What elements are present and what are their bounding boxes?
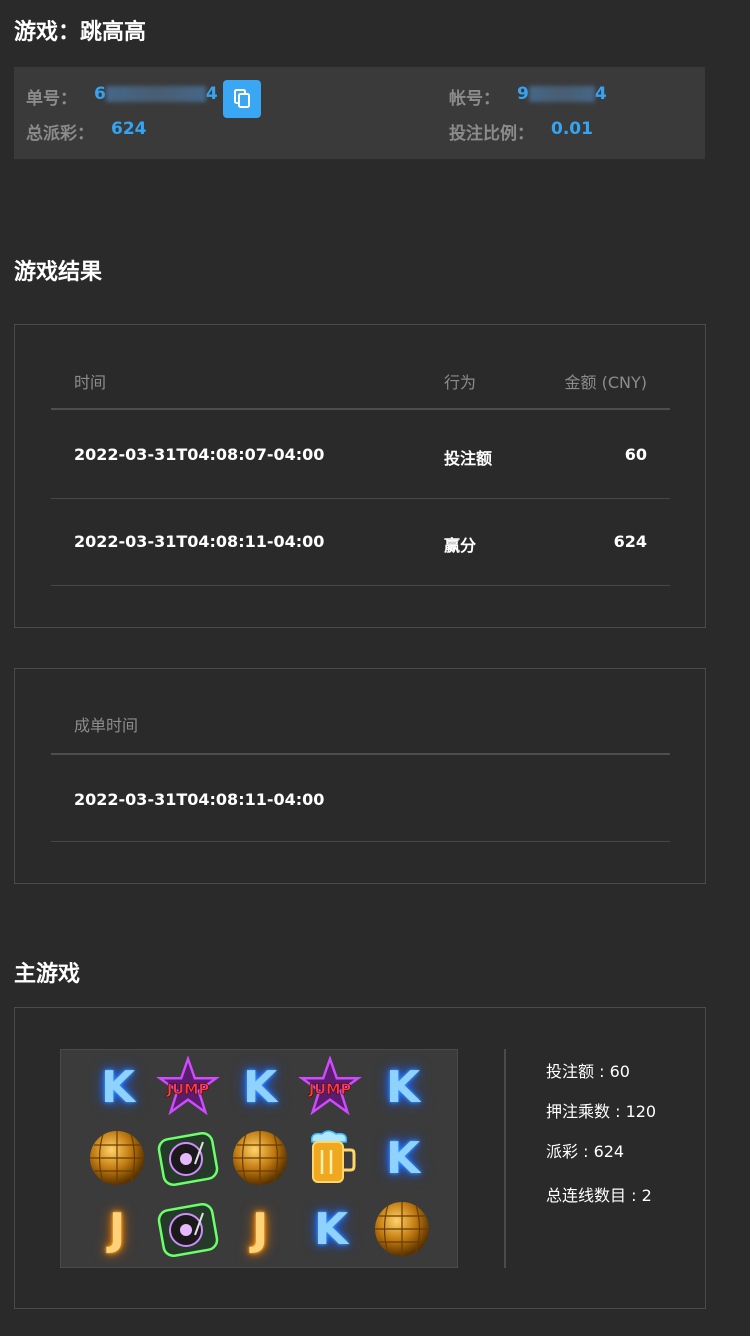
- col-header-amount: 金额 (CNY): [564, 373, 648, 392]
- table-header-rule: [51, 408, 670, 410]
- symbol-k: K: [385, 1061, 421, 1113]
- symbol-j: J: [108, 1203, 126, 1255]
- symbol-k: K: [385, 1132, 421, 1184]
- masked-order-no: [105, 86, 206, 102]
- total-payout-value: 624: [111, 119, 147, 139]
- stat-bet: 投注额 : 60: [546, 1062, 630, 1081]
- symbol-jump: JUMP: [298, 1055, 362, 1119]
- symbol-beer: [299, 1126, 363, 1190]
- symbol-k: K: [313, 1203, 349, 1255]
- symbol-j: J: [251, 1203, 269, 1255]
- table-row-amount: 624: [613, 532, 647, 551]
- table-row-amount: 60: [624, 445, 647, 464]
- bet-ratio-value: 0.01: [551, 119, 593, 139]
- jump-text: JUMP: [308, 1082, 352, 1098]
- bet-ratio-label: 投注比例：: [449, 124, 534, 144]
- copy-icon: [234, 89, 250, 108]
- symbol-k: K: [100, 1061, 136, 1113]
- account-value: 94: [517, 84, 607, 104]
- symbol-jump: JUMP: [156, 1055, 220, 1119]
- order-info-panel: [14, 67, 705, 159]
- row-divider: [51, 585, 670, 586]
- masked-account: [528, 86, 595, 102]
- main-game-title: 主游戏: [14, 962, 81, 987]
- symbol-turntable: [156, 1126, 220, 1190]
- table-row-time: 2022-03-31T04:08:07-04:00: [74, 445, 325, 464]
- table-row-time: 2022-03-31T04:08:11-04:00: [74, 532, 325, 551]
- col-header-action: 行为: [444, 373, 477, 392]
- stats-divider: [504, 1049, 506, 1268]
- order-no-label: 单号：: [26, 89, 77, 109]
- stat-multiplier: 押注乘数 : 120: [546, 1102, 657, 1121]
- reel-grid: K JUMP K JUMP K K J J K: [60, 1049, 458, 1268]
- completion-time-panel: [14, 668, 706, 884]
- symbol-disco-ball: [228, 1126, 292, 1190]
- stat-lines: 总连线数目 : 2: [546, 1186, 652, 1205]
- col-header-time: 时间: [74, 373, 107, 392]
- copy-order-button[interactable]: [223, 80, 261, 118]
- row-divider: [51, 498, 670, 499]
- symbol-disco-ball: [85, 1126, 149, 1190]
- account-label: 帐号：: [449, 89, 500, 109]
- completion-time-value: 2022-03-31T04:08:11-04:00: [74, 790, 325, 809]
- completion-header-rule: [51, 753, 670, 755]
- total-payout-label: 总派彩：: [26, 124, 94, 144]
- completion-time-header: 成单时间: [74, 716, 139, 735]
- order-no-value: 64: [94, 84, 218, 104]
- table-row-action: 赢分: [444, 536, 477, 555]
- stat-payout: 派彩 : 624: [546, 1142, 625, 1161]
- results-title: 游戏结果: [14, 260, 103, 285]
- symbol-k: K: [242, 1061, 278, 1113]
- table-row-action: 投注额: [444, 449, 493, 468]
- jump-text: JUMP: [166, 1082, 210, 1098]
- row-divider: [51, 841, 670, 842]
- symbol-disco-ball: [370, 1197, 434, 1261]
- page-title: 游戏：跳高高: [14, 20, 147, 45]
- symbol-turntable: [156, 1197, 220, 1261]
